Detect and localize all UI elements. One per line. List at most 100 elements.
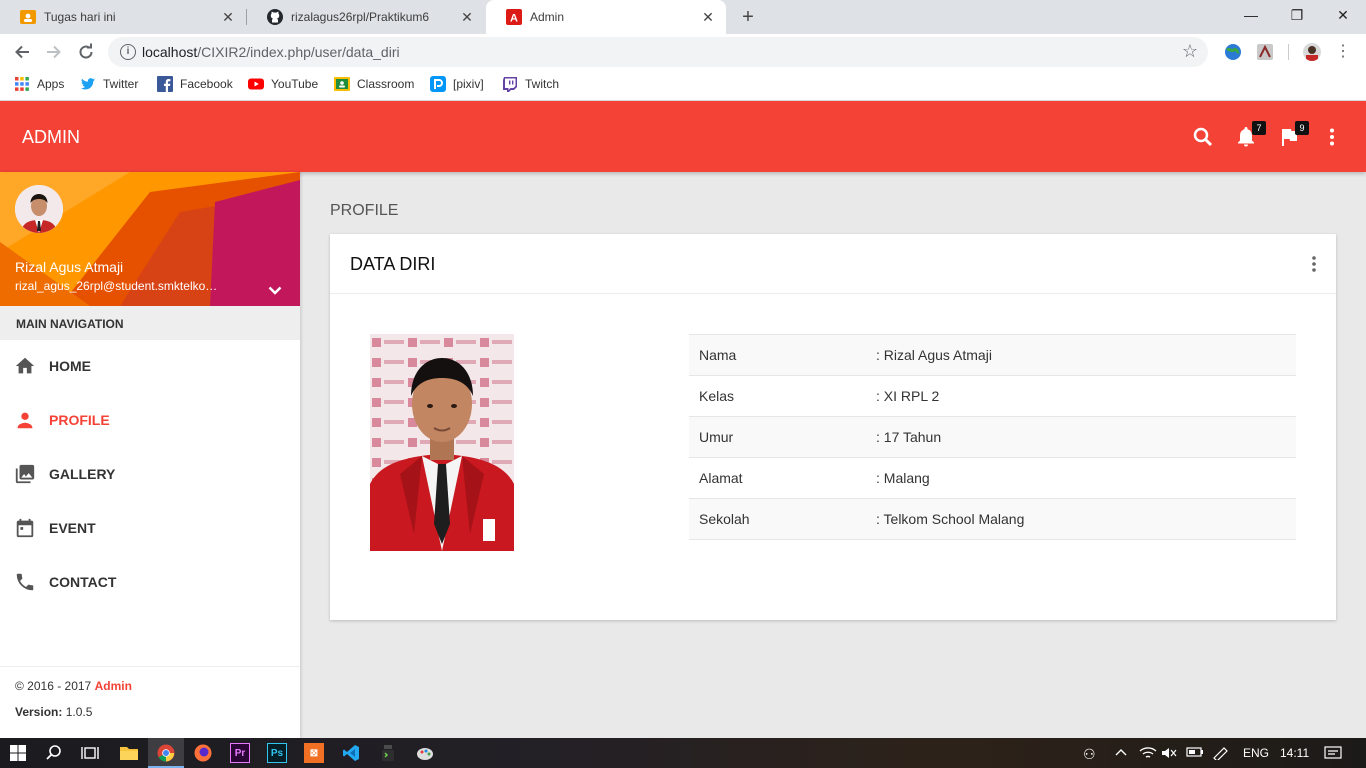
language-indicator[interactable]: ENG (1243, 746, 1269, 760)
card-title: DATA DIRI (350, 254, 436, 274)
flags-button[interactable]: 9 (1277, 121, 1309, 149)
battery-icon[interactable] (1186, 746, 1204, 761)
card-header: DATA DIRI (330, 234, 1336, 294)
github-icon (267, 9, 283, 25)
profile-photo (370, 334, 514, 551)
user-email: rizal_agus_26rpl@student.smktelkom-mlg.s… (15, 279, 220, 293)
app-title[interactable]: ADMIN (22, 127, 80, 148)
close-icon[interactable]: ✕ (700, 9, 716, 25)
tab-tugas[interactable]: Tugas hari ini ✕ (0, 0, 246, 34)
premiere-icon[interactable]: Pr (230, 743, 250, 763)
sidebar-item-event[interactable]: EVENT (0, 501, 300, 555)
sidebar-item-gallery[interactable]: GALLERY (0, 447, 300, 501)
close-window-button[interactable]: ✕ (1320, 0, 1366, 30)
row-key: Alamat (689, 457, 866, 499)
user-avatar[interactable] (15, 185, 63, 233)
sidebar-item-profile[interactable]: PROFILE (0, 393, 300, 447)
bookmark-label: Facebook (180, 77, 233, 91)
twitter-icon (80, 76, 96, 92)
action-center-icon[interactable] (1324, 746, 1342, 763)
table-row: Kelas : XI RPL 2 (689, 375, 1296, 417)
more-vert-icon[interactable] (1306, 254, 1322, 274)
notifications-button[interactable]: 7 (1234, 121, 1266, 149)
chevron-down-icon[interactable] (265, 280, 285, 300)
table-row: Sekolah : Telkom School Malang (689, 498, 1296, 540)
toolbar-divider (1288, 44, 1289, 60)
back-button[interactable] (10, 40, 34, 64)
url-text: localhost/CIXIR2/index.php/user/data_dir… (142, 44, 400, 60)
git-bash-icon[interactable] (378, 743, 398, 763)
task-view-icon[interactable] (80, 743, 100, 763)
chrome-icon[interactable] (156, 743, 176, 763)
bookmark-twitch[interactable]: Twitch (502, 76, 559, 92)
bookmark-label: Apps (37, 77, 65, 91)
chevron-up-icon[interactable] (1114, 746, 1128, 761)
angular-icon: A (506, 9, 522, 25)
twitch-icon (502, 76, 518, 92)
apps-grid-icon (14, 76, 30, 92)
reload-button[interactable] (74, 40, 98, 64)
volume-muted-icon[interactable] (1161, 746, 1177, 763)
profile-card: DATA DIRI Nama: Rizal Agus Atmaji Kelas… (330, 234, 1336, 620)
tab-strip: Tugas hari ini ✕ rizalagus26rpl/Praktiku… (0, 0, 1366, 34)
sidebar-item-home[interactable]: HOME (0, 339, 300, 393)
more-vert-icon[interactable] (1320, 125, 1344, 149)
tab-github[interactable]: rizalagus26rpl/Praktikum6 ✕ (247, 0, 485, 34)
close-icon[interactable]: ✕ (459, 9, 475, 25)
pixiv-icon (430, 76, 446, 92)
firefox-icon[interactable] (193, 743, 213, 763)
search-icon[interactable] (1191, 125, 1215, 149)
sidebar-item-contact[interactable]: CONTACT (0, 555, 300, 609)
sidebar-item-label: EVENT (49, 520, 96, 536)
windows-start-icon[interactable] (8, 743, 28, 763)
bookmark-label: Twitch (525, 77, 560, 91)
copyright-text: © 2016 - 2017 (15, 679, 92, 693)
tab-title: Admin (530, 10, 565, 24)
restore-button[interactable]: ❐ (1274, 0, 1320, 30)
bookmark-twitter[interactable]: Twitter (80, 76, 138, 92)
pen-icon[interactable] (1212, 746, 1230, 763)
left-sidebar: Rizal Agus Atmaji rizal_agus_26rpl@stude… (0, 172, 300, 738)
sidebar-item-label: HOME (49, 358, 91, 374)
bookmark-classroom[interactable]: Classroom (334, 76, 414, 92)
copyright-brand-link[interactable]: Admin (95, 679, 132, 693)
row-key: Umur (689, 416, 866, 458)
sidebar-legal: © 2016 - 2017 Admin Version: 1.0.5 (0, 666, 300, 738)
address-bar[interactable]: i localhost/CIXIR2/index.php/user/data_d… (108, 37, 1208, 67)
row-key: Sekolah (689, 498, 866, 540)
bookmark-facebook[interactable]: Facebook (157, 76, 233, 92)
people-icon[interactable]: ⚇ (1083, 746, 1096, 763)
vscode-icon[interactable] (341, 743, 361, 763)
search-icon[interactable] (44, 743, 64, 763)
photoshop-icon[interactable]: Ps (267, 743, 287, 763)
copyright-line: © 2016 - 2017 Admin (15, 679, 285, 693)
close-icon[interactable]: ✕ (220, 9, 236, 25)
globe-extension-icon[interactable] (1224, 43, 1242, 61)
tab-admin[interactable]: A Admin ✕ (486, 0, 726, 34)
file-explorer-icon[interactable] (119, 743, 139, 763)
table-row: Alamat : Malang (689, 457, 1296, 499)
tab-title: rizalagus26rpl/Praktikum6 (291, 10, 430, 24)
svg-text:A: A (510, 13, 518, 25)
forward-button[interactable] (42, 40, 66, 64)
profile-data-table: Nama : Rizal Agus Atmaji Kelas : XI RPL … (689, 334, 1296, 540)
bookmark-apps[interactable]: Apps (14, 76, 64, 92)
bookmark-youtube[interactable]: YouTube (248, 76, 318, 92)
new-tab-button[interactable]: + (738, 7, 758, 27)
profile-avatar-icon[interactable] (1303, 43, 1321, 61)
pdf-extension-icon[interactable] (1256, 43, 1274, 61)
info-icon[interactable]: i (120, 44, 136, 60)
wifi-icon[interactable] (1139, 746, 1157, 763)
chrome-menu-icon[interactable]: ⋮ (1334, 43, 1352, 61)
bookmark-pixiv[interactable]: [pixiv] (430, 76, 484, 92)
classroom-icon (334, 76, 350, 92)
bookmark-label: YouTube (271, 77, 319, 91)
sidebar-item-label: CONTACT (49, 574, 117, 590)
clock[interactable]: 14:11 (1280, 746, 1309, 760)
minimize-button[interactable]: — (1228, 0, 1274, 30)
bookmark-star-icon[interactable]: ☆ (1182, 41, 1198, 62)
version-label: Version: (15, 705, 63, 719)
xampp-icon[interactable]: ⊠ (304, 743, 324, 763)
tab-title: Tugas hari ini (44, 10, 116, 24)
paint-icon[interactable] (415, 743, 435, 763)
